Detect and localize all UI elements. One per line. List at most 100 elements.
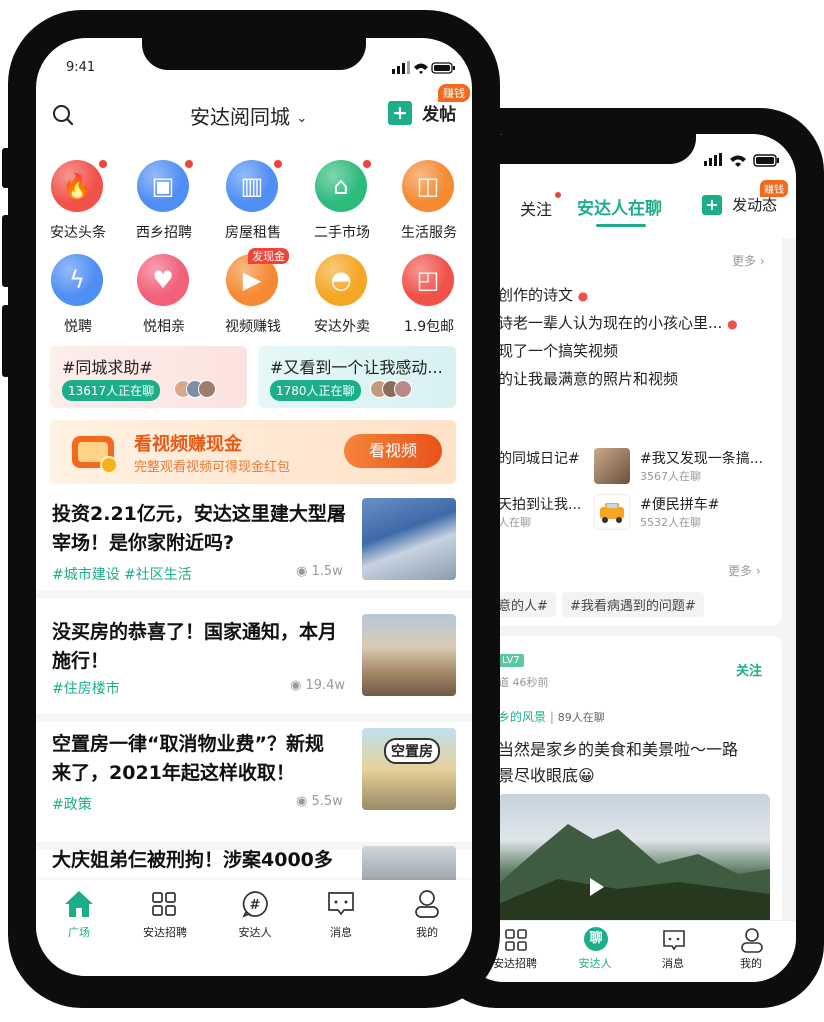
news-tag-1a[interactable]: #城市建设: [52, 564, 120, 584]
back-hot-item-3[interactable]: 现了一个搞笑视频: [498, 340, 618, 361]
topic-title-2: #又看到一个让我感动...: [270, 358, 443, 377]
back-post-video[interactable]: [498, 794, 770, 924]
back-topic-4-count: 5532人在聊: [640, 516, 701, 529]
tab-people[interactable]: # 安达人: [220, 886, 290, 946]
taxi-icon: [594, 494, 630, 530]
food-cover-icon: ◓: [315, 254, 367, 306]
grid-item-4[interactable]: ⌂ 二手市场: [311, 160, 373, 244]
building-icon: ▥: [226, 160, 278, 212]
news-tag-2a[interactable]: #住房楼市: [52, 678, 120, 698]
fire-icon: ●: [577, 289, 589, 303]
back-hot-item-1[interactable]: 创作的诗文 ●: [498, 284, 588, 305]
back-topic-thumb-2: [594, 448, 630, 484]
news-tag-1b[interactable]: #社区生活: [124, 564, 192, 584]
tab-me-label: 我的: [416, 926, 438, 939]
grid-badge: 发现金: [248, 248, 289, 264]
play-icon[interactable]: [590, 878, 604, 896]
back-post-button[interactable]: + 发动态: [702, 194, 777, 215]
topic-card-2[interactable]: #又看到一个让我感动... 1780人正在聊: [258, 346, 456, 408]
back-topic-4[interactable]: #便民拼车#: [640, 494, 719, 514]
grid-item-2[interactable]: ▣ 西乡招聘: [133, 160, 195, 244]
grid-label-6: 悦聘: [64, 319, 92, 335]
tab-people-label: 安达人: [238, 926, 272, 939]
grid-item-10[interactable]: ◰ 1.9包邮: [398, 254, 460, 338]
back-topic-3[interactable]: 天拍到让我...: [498, 494, 581, 514]
back-topic-2[interactable]: #我又发现一条搞...: [640, 448, 763, 468]
city-title[interactable]: 安达阅同城 ⌄: [190, 101, 307, 130]
notification-dot: [185, 160, 193, 168]
news-title-2: 没买房的恭喜了！国家通知，本月 施行！: [52, 621, 338, 672]
news-item-3[interactable]: 空置房一律“取消物业费”？新规 来了，2021年起这样收取！ #政策 ◉ 5.5w…: [36, 728, 472, 850]
notification-dot: [274, 160, 282, 168]
tab-messages[interactable]: 消息: [306, 886, 376, 946]
news-title-1: 投资2.21亿元，安达这里建大型屠 宰场！是你家附近吗?: [52, 503, 346, 554]
search-icon[interactable]: [52, 104, 74, 126]
back-post-text-2: 景尽收眼底😀: [498, 766, 595, 785]
back-tab-follow[interactable]: 关注: [520, 196, 552, 220]
grid-icon: [152, 892, 176, 916]
back-tab-underline: [596, 224, 646, 227]
news-views-2: ◉ 19.4w: [290, 678, 346, 693]
back-hot-item-2[interactable]: 诗老一辈人认为现在的小孩心里... ●: [498, 312, 738, 333]
back-tab-people[interactable]: 聊 安达人: [560, 925, 630, 975]
back-tabbar: 安达招聘 聊 安达人 消息 我的: [460, 920, 796, 982]
grid-label-1: 安达头条: [50, 225, 106, 241]
front-phone-screen: 9:41 安达阅同城 ⌄ + 发帖 赚钱 #同城求助# 13617人正在聊 #又…: [36, 38, 472, 976]
front-notch: [142, 38, 366, 70]
post-button[interactable]: + 发帖: [388, 100, 456, 125]
eye-icon: ◉: [290, 678, 302, 693]
back-hot-card: 更多 › 创作的诗文 ● 诗老一辈人认为现在的小孩心里... ● 现了一个搞笑视…: [460, 236, 782, 626]
tab-jobs[interactable]: 安达招聘: [130, 886, 200, 946]
grid-item-8[interactable]: ▶ 发现金 视频赚钱: [222, 248, 289, 338]
back-hot-item-4[interactable]: 的让我最满意的照片和视频: [498, 368, 678, 389]
tab-me[interactable]: 我的: [392, 886, 462, 946]
back-more-link[interactable]: 更多 ›: [732, 252, 765, 269]
news-thumb-1: [362, 498, 456, 580]
heart-icon: ♥: [137, 254, 189, 306]
eye-icon: ◉: [296, 564, 308, 579]
back-more-link-2[interactable]: 更多 ›: [728, 562, 761, 579]
back-topic-1[interactable]: 的同城日记#: [498, 448, 580, 468]
home-icon: [65, 891, 93, 917]
grid-item-7[interactable]: ♥ 悦相亲: [133, 254, 195, 338]
back-tab-messages[interactable]: 消息: [638, 925, 708, 975]
back-post-badge: 赚钱: [760, 180, 788, 197]
back-tab-people-label: 安达人: [578, 957, 612, 970]
back-topic-3-count: 人在聊: [498, 516, 531, 529]
grid-icon: [505, 929, 527, 951]
message-icon: [328, 892, 354, 916]
grid-item-6[interactable]: ϟ 悦聘: [47, 254, 109, 338]
news-item-1[interactable]: 投资2.21亿元，安达这里建大型屠 宰场！是你家附近吗? #城市建设 #社区生活 …: [36, 488, 472, 598]
svg-text:#: #: [250, 898, 261, 913]
tab-square[interactable]: 广场: [44, 886, 114, 946]
grid-item-1[interactable]: 🔥 安达头条: [47, 160, 109, 244]
level-badge: LV7: [498, 654, 524, 667]
topic-card-1[interactable]: #同城求助# 13617人正在聊: [50, 346, 247, 408]
grid-item-3[interactable]: ▥ 房屋租售: [222, 160, 284, 244]
topic-title-1: #同城求助#: [62, 358, 153, 377]
back-chip-2[interactable]: #我看病遇到的问题#: [562, 592, 704, 617]
back-post-text-1: 当然是家乡的美食和美景啦～一路: [498, 740, 739, 759]
video-reward-banner[interactable]: 看视频赚现金 完整观看视频可得现金红包 看视频: [50, 420, 456, 484]
news-item-2[interactable]: 没买房的恭喜了！国家通知，本月 施行！ #住房楼市 ◉ 19.4w: [36, 606, 472, 722]
back-tab-me[interactable]: 我的: [716, 925, 786, 975]
back-tab-active[interactable]: 安达人在聊: [577, 194, 662, 219]
topic-count-1: 13617人正在聊: [62, 380, 161, 401]
status-time: 9:41: [66, 60, 96, 75]
news-thumb-3: 空置房: [362, 728, 456, 810]
tab-square-label: 广场: [68, 926, 90, 939]
briefcase-icon: ▣: [137, 160, 189, 212]
grid-item-9[interactable]: ◓ 安达外卖: [311, 254, 373, 338]
back-phone-side-button: [818, 320, 824, 420]
front-side-button-3: [2, 305, 10, 377]
news-tag-3a[interactable]: #政策: [52, 794, 92, 814]
grid-label-10: 1.9包邮: [403, 319, 455, 335]
avatar-group: [370, 380, 412, 402]
watch-video-button[interactable]: 看视频: [344, 434, 442, 468]
back-post-topic[interactable]: 乡的风景 | 89人在聊: [498, 708, 605, 725]
grid-item-5[interactable]: ◫ 生活服务: [398, 160, 460, 244]
eye-icon: ◉: [296, 794, 308, 809]
fire-icon: ●: [727, 317, 738, 331]
back-follow-button[interactable]: 关注: [736, 660, 762, 679]
back-tab-me-label: 我的: [740, 957, 762, 970]
